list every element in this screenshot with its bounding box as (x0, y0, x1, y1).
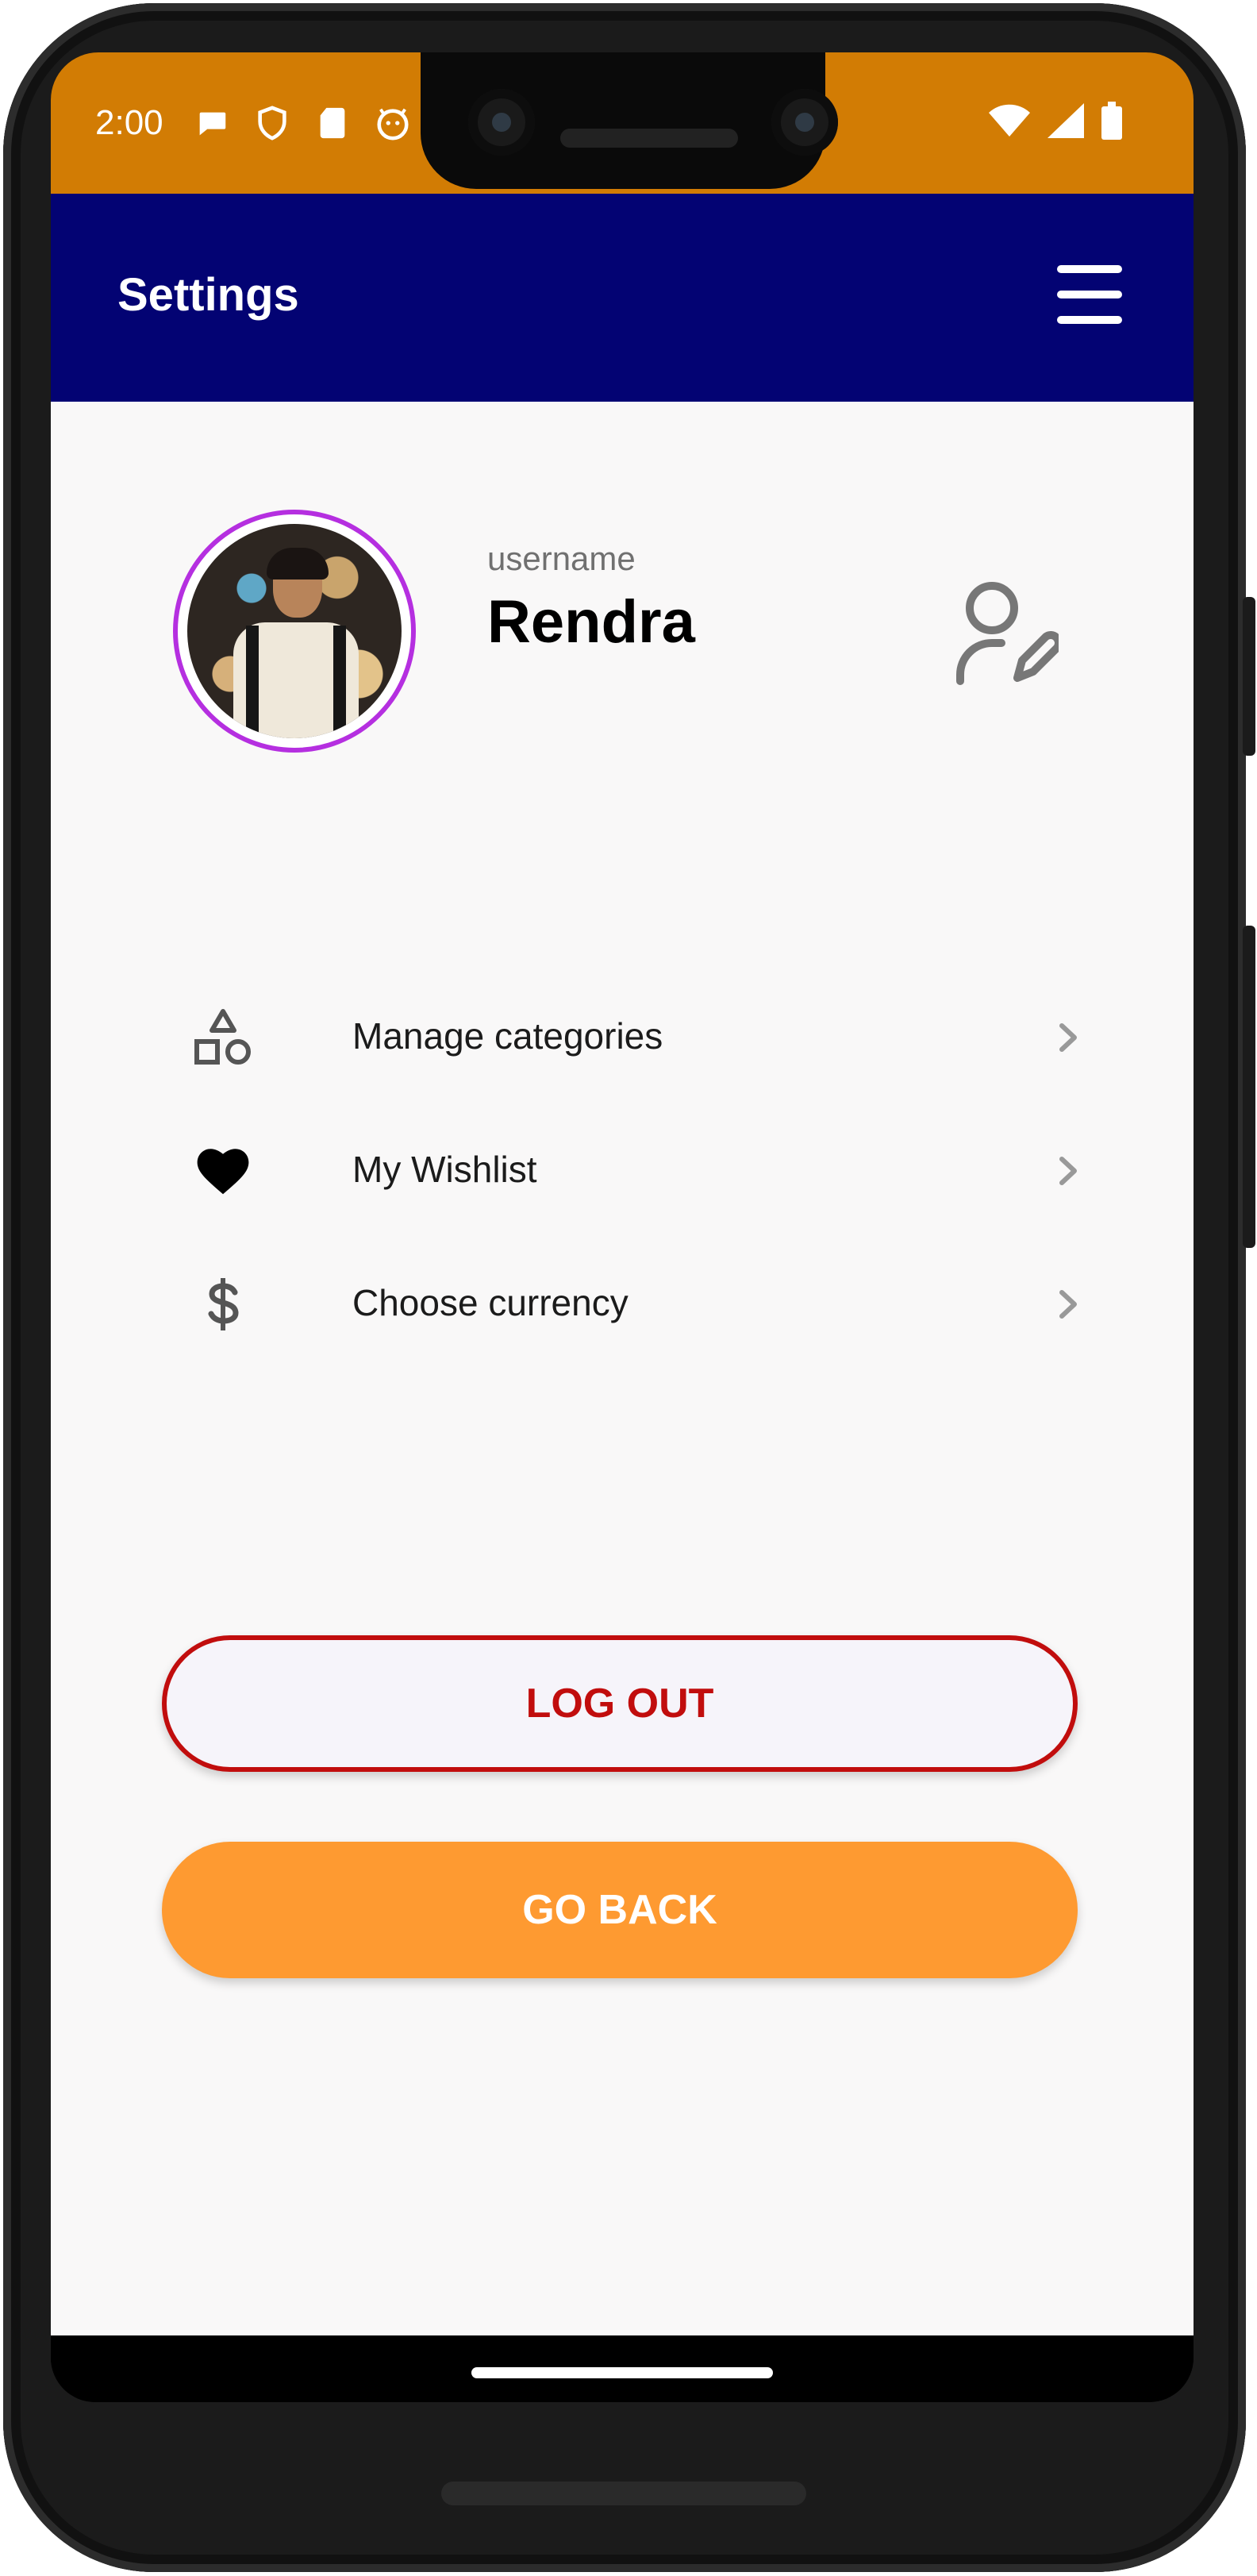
system-icons (989, 102, 1122, 144)
front-sensor (771, 89, 838, 156)
chevron-right-icon (1052, 1018, 1084, 1057)
settings-content: username Rendra Manage categories My Wis… (51, 402, 1194, 2335)
username-label: username (487, 540, 636, 577)
username-value: Rendra (487, 588, 695, 656)
volume-button (1243, 926, 1255, 1248)
chevron-right-icon (1052, 1151, 1084, 1191)
message-icon (194, 105, 230, 141)
android-debug-icon (375, 105, 411, 141)
edit-user-icon[interactable] (954, 576, 1063, 687)
menu-item-my-wishlist[interactable]: My Wishlist (170, 1122, 1106, 1218)
earpiece-speaker (560, 129, 738, 148)
page-title: Settings (117, 269, 299, 321)
logout-button[interactable]: LOG OUT (162, 1635, 1078, 1772)
menu-item-label: My Wishlist (352, 1149, 537, 1190)
power-button (1243, 597, 1255, 756)
signal-icon (1048, 103, 1084, 142)
sd-card-icon (314, 105, 351, 141)
menu-item-choose-currency[interactable]: Choose currency (170, 1256, 1106, 1351)
dollar-icon (194, 1275, 252, 1334)
menu-item-label: Manage categories (352, 1015, 663, 1057)
heart-icon (194, 1142, 252, 1200)
hamburger-menu-icon[interactable] (1054, 262, 1125, 327)
front-camera (468, 89, 535, 156)
avatar-photo (187, 524, 402, 738)
phone-frame: 2:00 Settings username Rendra Manage cat… (0, 0, 1257, 2576)
chevron-right-icon (1052, 1284, 1084, 1324)
go-back-button[interactable]: GO BACK (162, 1842, 1078, 1978)
camera-notch (421, 52, 838, 189)
status-bar: 2:00 (51, 52, 1194, 194)
home-indicator[interactable] (471, 2367, 773, 2378)
battery-icon (1101, 102, 1122, 144)
avatar[interactable] (173, 510, 416, 753)
screen: 2:00 Settings username Rendra Manage cat… (51, 52, 1194, 2402)
menu-item-manage-categories[interactable]: Manage categories (170, 989, 1106, 1084)
status-time: 2:00 (95, 103, 163, 142)
menu-item-label: Choose currency (352, 1282, 628, 1323)
wifi-icon (989, 103, 1030, 142)
shapes-icon (194, 1008, 252, 1067)
shield-icon (254, 105, 290, 141)
app-bar: Settings (51, 194, 1194, 402)
bottom-speaker-grille (441, 2482, 806, 2505)
notification-icons (194, 105, 411, 141)
